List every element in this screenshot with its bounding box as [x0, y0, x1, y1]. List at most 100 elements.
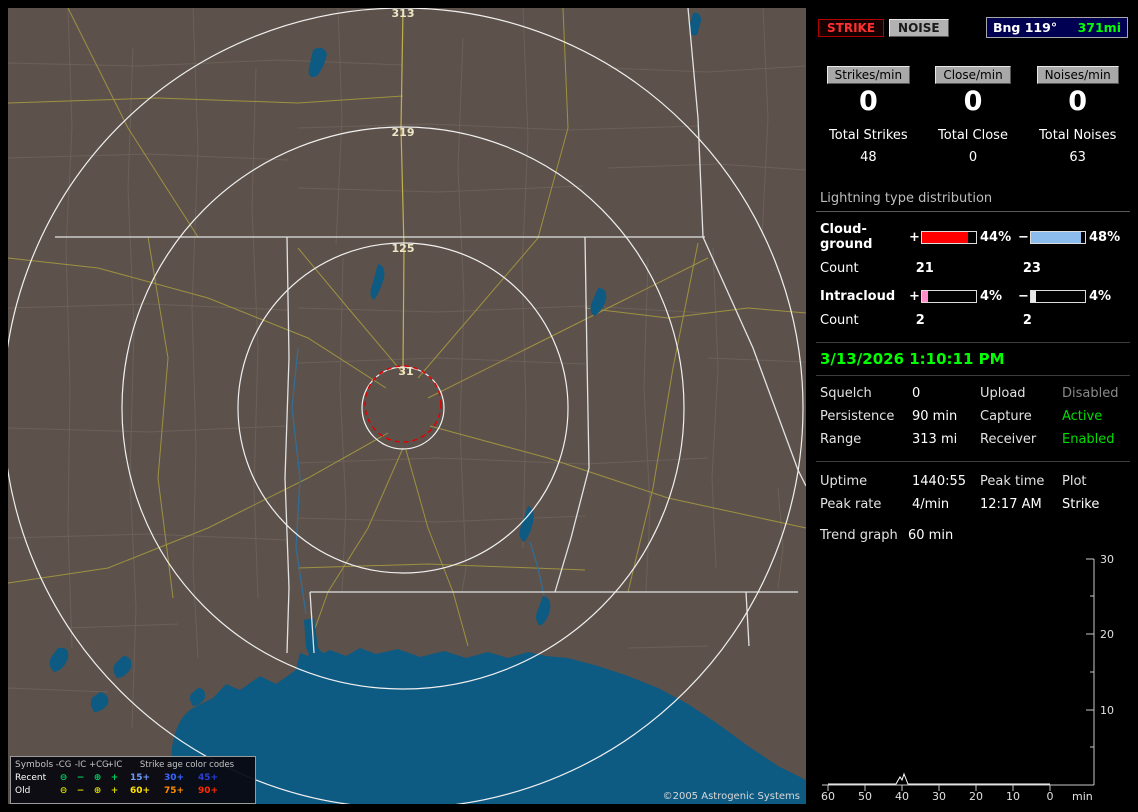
- cg-minus-count: 23: [1022, 261, 1041, 276]
- age-45: 45+: [197, 773, 219, 783]
- intracloud-label: Intracloud: [820, 289, 896, 304]
- strike-legend: Symbols -CG -IC +CG +IC Strike age color…: [10, 756, 256, 804]
- ic-minus-percent: 4%: [1089, 289, 1112, 304]
- squelch-label: Squelch: [820, 386, 872, 401]
- bearing-distance-display: Bng 119° 371mi: [986, 17, 1128, 38]
- legend-age-header: Strike age color codes: [139, 760, 235, 770]
- bearing-value: Bng 119°: [993, 20, 1058, 35]
- distribution-title: Lightning type distribution: [816, 191, 1130, 212]
- total-close-value: 0: [968, 150, 978, 165]
- legend-col-pos-ic: +IC: [106, 760, 123, 770]
- total-strikes-value: 48: [860, 150, 877, 165]
- range-value: 313 mi: [912, 432, 958, 447]
- x-tick-50: 50: [858, 790, 872, 802]
- datetime-display: 3/13/2026 1:10:11 PM: [820, 350, 1005, 368]
- legend-old-label: Old: [15, 786, 31, 796]
- peak-time-value: 12:17 AM: [980, 497, 1042, 512]
- recent-pos-ic-icon: +: [110, 773, 119, 783]
- capture-label: Capture: [980, 409, 1032, 424]
- recent-neg-cg-icon: ⊖: [59, 773, 68, 783]
- ic-plus-count: 2: [915, 313, 925, 328]
- old-pos-ic-icon: +: [110, 786, 119, 796]
- ring-label-31: 31: [398, 365, 414, 378]
- legend-col-pos-cg: +CG: [89, 760, 109, 770]
- close-per-min-button[interactable]: Close/min: [935, 66, 1011, 84]
- age-30: 30+: [163, 773, 185, 783]
- capture-status: Active: [1062, 409, 1103, 424]
- legend-symbols-header: Symbols: [15, 760, 54, 770]
- ic-minus-count: 2: [1022, 313, 1032, 328]
- plus-sign: +: [909, 289, 920, 304]
- x-tick-20: 20: [969, 790, 983, 802]
- x-tick-60: 60: [821, 790, 835, 802]
- plot-label: Plot: [1062, 474, 1087, 489]
- x-tick-0: 0: [1047, 790, 1054, 802]
- upload-status: Disabled: [1062, 386, 1119, 401]
- stats-grid: Uptime 1440:55 Peak time Plot Peak rate …: [816, 474, 1130, 512]
- trend-graph: 30 20 10 60 50 40 30 20 10 0 min: [821, 553, 1114, 802]
- noises-per-min-button[interactable]: Noises/min: [1036, 66, 1119, 84]
- uptime-value: 1440:55: [912, 474, 967, 489]
- ring-label-125: 125: [391, 242, 415, 255]
- upload-label: Upload: [980, 386, 1026, 401]
- age-15: 15+: [129, 773, 151, 783]
- old-pos-cg-icon: ⊕: [93, 786, 102, 796]
- cg-plus-bar: [921, 230, 977, 244]
- x-tick-40: 40: [895, 790, 909, 802]
- y-tick-20: 20: [1100, 628, 1114, 641]
- plot-value: Strike: [1062, 497, 1100, 512]
- distance-value: 371mi: [1077, 20, 1121, 35]
- legend-recent-label: Recent: [15, 773, 47, 783]
- total-noises-value: 63: [1069, 150, 1086, 165]
- cg-minus-bar: [1030, 230, 1086, 244]
- ic-plus-percent: 4%: [980, 289, 1003, 304]
- uptime-label: Uptime: [820, 474, 868, 489]
- total-noises-label: Total Noises: [1039, 128, 1117, 143]
- squelch-value: 0: [912, 386, 921, 401]
- receiver-status: Enabled: [1062, 432, 1115, 447]
- old-neg-cg-icon: ⊖: [59, 786, 68, 796]
- old-neg-ic-icon: −: [76, 786, 85, 796]
- ic-plus-bar: [921, 290, 977, 303]
- legend-col-neg-ic: -IC: [74, 760, 87, 770]
- strike-button[interactable]: STRIKE: [818, 18, 885, 37]
- age-75: 75+: [163, 786, 185, 796]
- y-tick-30: 30: [1100, 553, 1114, 566]
- age-60: 60+: [129, 786, 151, 796]
- y-tick-10: 10: [1100, 704, 1114, 717]
- cg-minus-percent: 48%: [1089, 229, 1121, 245]
- recent-neg-ic-icon: −: [76, 773, 85, 783]
- x-tick-30: 30: [932, 790, 946, 802]
- cg-plus-count: 21: [915, 261, 934, 276]
- strikes-per-min-button[interactable]: Strikes/min: [826, 66, 911, 84]
- plus-sign: +: [909, 229, 920, 245]
- noise-button[interactable]: NOISE: [889, 18, 949, 37]
- trend-window-value: 60 min: [908, 528, 954, 543]
- ic-count-label: Count: [820, 313, 859, 328]
- persistence-value: 90 min: [912, 409, 958, 424]
- peak-time-label: Peak time: [980, 474, 1045, 489]
- ic-minus-bar: [1030, 290, 1086, 303]
- copyright-attribution: ©2005 Astrogenic Systems: [662, 791, 800, 802]
- range-label: Range: [820, 432, 862, 447]
- close-per-min-value: 0: [963, 86, 983, 117]
- recent-pos-cg-icon: ⊕: [93, 773, 102, 783]
- strike-rate-trace: [828, 772, 1050, 785]
- trend-graph-label: Trend graph: [820, 528, 898, 543]
- peak-rate-value: 4/min: [912, 497, 950, 512]
- legend-col-neg-cg: -CG: [55, 760, 72, 770]
- cg-plus-percent: 44%: [980, 229, 1012, 245]
- total-strikes-label: Total Strikes: [829, 128, 908, 143]
- minus-sign: −: [1018, 229, 1029, 245]
- lightning-distribution-section: Lightning type distribution Cloud-ground…: [816, 191, 1130, 328]
- settings-grid: Squelch 0 Upload Disabled Persistence 90…: [816, 386, 1130, 447]
- ring-label-313: 313: [391, 8, 415, 20]
- age-90: 90+: [197, 786, 219, 796]
- peak-rate-label: Peak rate: [820, 497, 882, 512]
- status-panel: STRIKE NOISE Bng 119° 371mi Strikes/min …: [816, 8, 1130, 804]
- map-canvas[interactable]: 313 219 125 31 Symbols -CG -IC +CG +IC S…: [8, 8, 806, 804]
- x-tick-10: 10: [1006, 790, 1020, 802]
- total-close-label: Total Close: [938, 128, 1008, 143]
- section-divider: [816, 461, 1130, 462]
- x-unit-label: min: [1072, 790, 1093, 802]
